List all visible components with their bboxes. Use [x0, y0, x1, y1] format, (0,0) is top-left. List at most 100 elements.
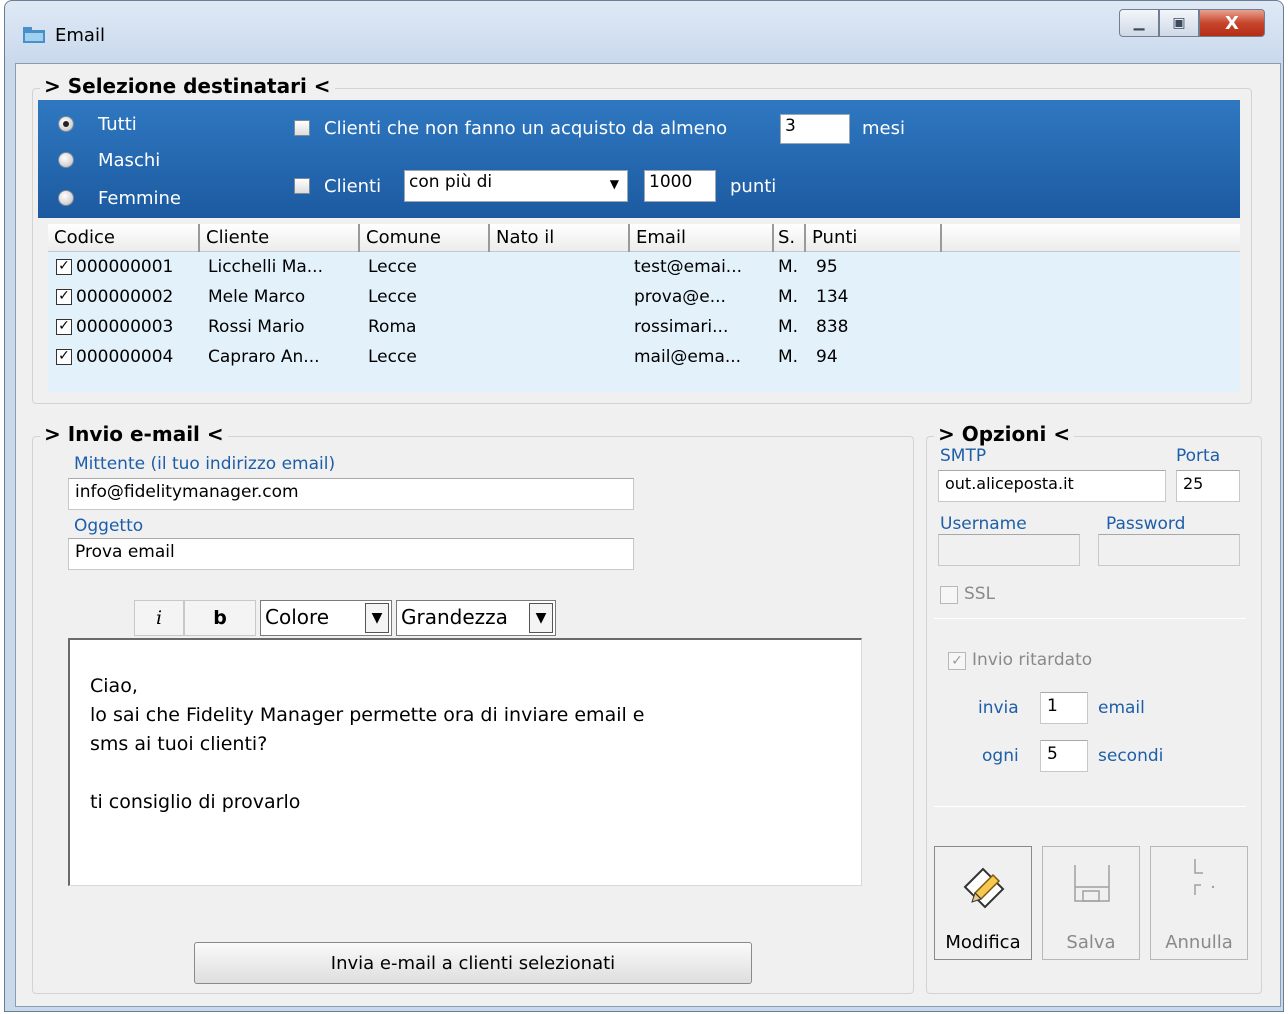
invio-legend: > Invio e-mail < — [40, 422, 228, 446]
cell-punti: 838 — [816, 317, 849, 337]
cell-sesso: M. — [778, 287, 799, 307]
table-row[interactable]: ✓ 000000002 Mele Marco Lecce prova@e... … — [48, 282, 1240, 312]
undo-icon — [1194, 859, 1215, 895]
colore-select[interactable]: Colore ▼ — [260, 600, 392, 636]
punti-unit: punti — [730, 176, 777, 197]
salva-label: Salva — [1066, 932, 1116, 953]
italic-button[interactable]: i — [134, 600, 184, 636]
punti-operator-value: con più di — [409, 172, 493, 192]
maximize-icon: ▣ — [1172, 15, 1186, 31]
table-row[interactable]: ✓ 000000003 Rossi Mario Roma rossimari..… — [48, 312, 1240, 342]
col-email[interactable]: Email — [630, 224, 774, 252]
filter-acquisto-checkbox[interactable] — [294, 120, 310, 136]
chevron-down-icon: ▼ — [365, 603, 389, 633]
porta-input[interactable]: 25 — [1176, 470, 1240, 502]
table-row[interactable]: ✓ 000000001 Licchelli Ma... Lecce test@e… — [48, 252, 1240, 282]
ritardato-checkbox[interactable]: ✓ — [948, 652, 966, 670]
ritardato-label: Invio ritardato — [972, 650, 1093, 670]
colore-value: Colore — [265, 605, 330, 629]
cell-punti: 134 — [816, 287, 849, 307]
chevron-down-icon: ▼ — [529, 603, 553, 633]
password-label: Password — [1106, 514, 1186, 534]
filter-punti-checkbox[interactable] — [294, 178, 310, 194]
cell-punti: 95 — [816, 257, 838, 277]
row-checkbox[interactable]: ✓ — [56, 349, 72, 365]
smtp-input[interactable]: out.aliceposta.it — [938, 470, 1166, 502]
col-cliente[interactable]: Cliente — [200, 224, 360, 252]
grandezza-select[interactable]: Grandezza ▼ — [396, 600, 556, 636]
minimize-icon: ▁ — [1133, 15, 1145, 31]
cell-cliente: Licchelli Ma... — [208, 257, 323, 277]
chevron-down-icon: ▼ — [609, 177, 619, 191]
opzioni-legend: > Opzioni < — [934, 422, 1075, 446]
message-editor[interactable]: Ciao, lo sai che Fidelity Manager permet… — [68, 638, 862, 886]
cell-punti: 94 — [816, 347, 838, 367]
cell-cliente: Capraro An... — [208, 347, 320, 367]
clienti-grid: Codice Cliente Comune Nato il Email S. P… — [48, 224, 1240, 392]
cell-email: rossimari... — [634, 317, 729, 337]
bold-button[interactable]: b — [184, 600, 256, 636]
body-line — [90, 759, 841, 788]
ogni-input[interactable]: 5 — [1040, 740, 1088, 772]
col-sesso[interactable]: S. — [774, 224, 806, 252]
punti-input[interactable]: 1000 — [644, 170, 716, 202]
punti-operator-select[interactable]: con più di ▼ — [404, 170, 628, 202]
ssl-checkbox[interactable] — [940, 586, 958, 604]
cell-comune: Lecce — [368, 347, 417, 367]
porta-label: Porta — [1176, 446, 1221, 466]
cell-comune: Roma — [368, 317, 417, 337]
divider — [934, 806, 1246, 807]
annulla-label: Annulla — [1165, 932, 1233, 953]
radio-maschi-label: Maschi — [98, 150, 161, 171]
col-codice[interactable]: Codice — [48, 224, 200, 252]
modifica-label: Modifica — [945, 932, 1021, 953]
cell-comune: Lecce — [368, 287, 417, 307]
cell-email: prova@e... — [634, 287, 726, 307]
row-checkbox[interactable]: ✓ — [56, 259, 72, 275]
cell-sesso: M. — [778, 347, 799, 367]
cell-sesso: M. — [778, 257, 799, 277]
mittente-input[interactable]: info@fidelitymanager.com — [68, 478, 634, 510]
oggetto-label: Oggetto — [74, 516, 144, 536]
ssl-label: SSL — [964, 584, 996, 604]
mittente-label: Mittente (il tuo indirizzo email) — [74, 454, 336, 474]
oggetto-input[interactable]: Prova email — [68, 538, 634, 570]
radio-tutti[interactable] — [58, 116, 74, 132]
cell-codice: 000000001 — [76, 257, 174, 277]
col-nato-il[interactable]: Nato il — [490, 224, 630, 252]
email-window: Email ▁ ▣ X > Selezione destinatari < Tu… — [4, 0, 1284, 1012]
cell-cliente: Rossi Mario — [208, 317, 305, 337]
cell-codice: 000000002 — [76, 287, 174, 307]
send-email-button[interactable]: Invia e-mail a clienti selezionati — [194, 942, 752, 984]
col-punti[interactable]: Punti — [806, 224, 942, 252]
radio-maschi[interactable] — [58, 152, 74, 168]
col-comune[interactable]: Comune — [360, 224, 490, 252]
client-area: > Selezione destinatari < Tutti Maschi F… — [15, 63, 1281, 1007]
selezione-legend: > Selezione destinatari < — [40, 74, 335, 98]
minimize-button[interactable]: ▁ — [1119, 9, 1159, 37]
app-folder-icon — [23, 27, 45, 43]
table-row[interactable]: ✓ 000000004 Capraro An... Lecce mail@ema… — [48, 342, 1240, 372]
body-line: Ciao, — [90, 675, 138, 697]
radio-tutti-label: Tutti — [98, 114, 137, 135]
cell-email: mail@ema... — [634, 347, 742, 367]
invia-input[interactable]: 1 — [1040, 692, 1088, 724]
window-title: Email — [55, 25, 105, 46]
body-line: sms ai tuoi clienti? — [90, 733, 268, 755]
grandezza-value: Grandezza — [401, 605, 508, 629]
password-input[interactable] — [1098, 534, 1240, 566]
annulla-button[interactable]: Annulla — [1150, 846, 1248, 960]
cell-email: test@emai... — [634, 257, 743, 277]
divider — [934, 618, 1246, 619]
row-checkbox[interactable]: ✓ — [56, 319, 72, 335]
close-button[interactable]: X — [1199, 9, 1265, 37]
grid-header: Codice Cliente Comune Nato il Email S. P… — [48, 224, 1240, 252]
mesi-input[interactable]: 3 — [780, 114, 850, 144]
radio-femmine[interactable] — [58, 190, 74, 206]
modifica-button[interactable]: Modifica — [934, 846, 1032, 960]
salva-button[interactable]: Salva — [1042, 846, 1140, 960]
row-checkbox[interactable]: ✓ — [56, 289, 72, 305]
username-label: Username — [940, 514, 1027, 534]
username-input[interactable] — [938, 534, 1080, 566]
maximize-button[interactable]: ▣ — [1159, 9, 1199, 37]
